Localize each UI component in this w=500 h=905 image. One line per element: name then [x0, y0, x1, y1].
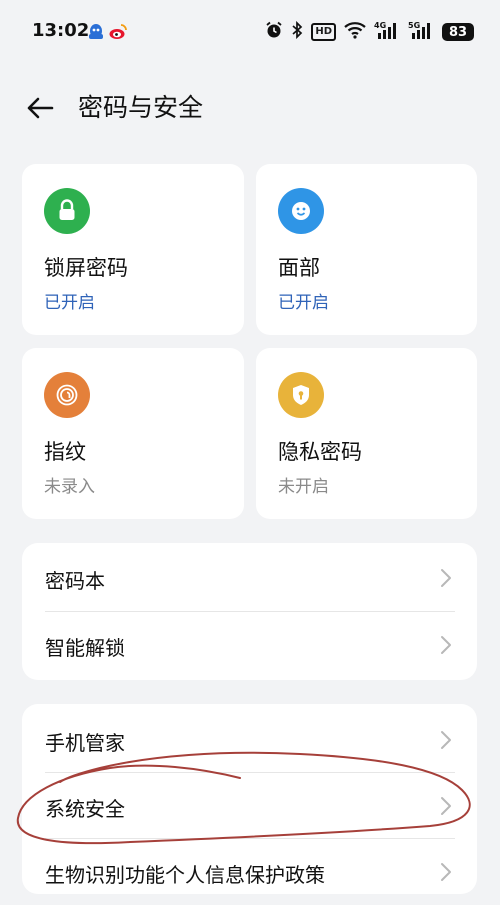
card-status: 已开启 [44, 293, 95, 313]
list-item-label: 智能解锁 [45, 636, 125, 660]
card-privacy-password[interactable]: 隐私密码 未开启 [256, 348, 477, 519]
wifi-icon [344, 21, 366, 43]
list-item-label: 生物识别功能个人信息保护政策 [45, 863, 325, 887]
chevron-right-icon [441, 863, 451, 881]
card-status: 未录入 [44, 477, 95, 497]
card-title: 指纹 [44, 440, 86, 464]
qq-app-icon [86, 22, 106, 46]
face-icon [278, 188, 324, 234]
card-title: 锁屏密码 [44, 256, 128, 280]
status-bar: 13:02 HD 4G 5G 83 [0, 0, 500, 64]
list-item-label: 密码本 [45, 569, 105, 593]
list-item-smart-unlock[interactable]: 智能解锁 [22, 612, 477, 678]
page-title: 密码与安全 [78, 93, 204, 122]
list-item-biometric-privacy-policy[interactable]: 生物识别功能个人信息保护政策 [22, 839, 477, 905]
card-title: 隐私密码 [278, 440, 362, 464]
list-item-system-security[interactable]: 系统安全 [22, 773, 477, 839]
battery-indicator: 83 [442, 23, 474, 41]
card-title: 面部 [278, 256, 320, 280]
privacy-shield-icon [278, 372, 324, 418]
chevron-right-icon [441, 569, 451, 587]
back-button[interactable] [24, 92, 56, 124]
card-fingerprint[interactable]: 指纹 未录入 [22, 348, 244, 519]
back-arrow-icon [27, 97, 54, 119]
list-item-phone-manager[interactable]: 手机管家 [22, 707, 477, 773]
status-time: 13:02 [32, 20, 90, 41]
lock-icon [44, 188, 90, 234]
status-indicators: HD 4G 5G 83 [265, 20, 474, 44]
hd-badge: HD [311, 23, 336, 41]
list-item-label: 手机管家 [45, 731, 125, 755]
list-item-password-book[interactable]: 密码本 [22, 545, 477, 611]
alarm-icon [265, 21, 283, 43]
list-item-label: 系统安全 [45, 797, 125, 821]
svg-text:5G: 5G [408, 21, 420, 30]
chevron-right-icon [441, 731, 451, 749]
signal-5g-icon: 5G [408, 20, 434, 44]
svg-text:4G: 4G [374, 21, 386, 30]
chevron-right-icon [441, 636, 451, 654]
card-status: 未开启 [278, 477, 329, 497]
weibo-app-icon [108, 22, 128, 46]
fingerprint-icon [44, 372, 90, 418]
signal-4g-icon: 4G [374, 20, 400, 44]
card-face[interactable]: 面部 已开启 [256, 164, 477, 335]
bluetooth-icon [291, 20, 303, 43]
chevron-right-icon [441, 797, 451, 815]
settings-group-security: 手机管家 系统安全 生物识别功能个人信息保护政策 [22, 704, 477, 894]
card-lock-screen-password[interactable]: 锁屏密码 已开启 [22, 164, 244, 335]
settings-group-passwords: 密码本 智能解锁 [22, 543, 477, 680]
card-status: 已开启 [278, 293, 329, 313]
